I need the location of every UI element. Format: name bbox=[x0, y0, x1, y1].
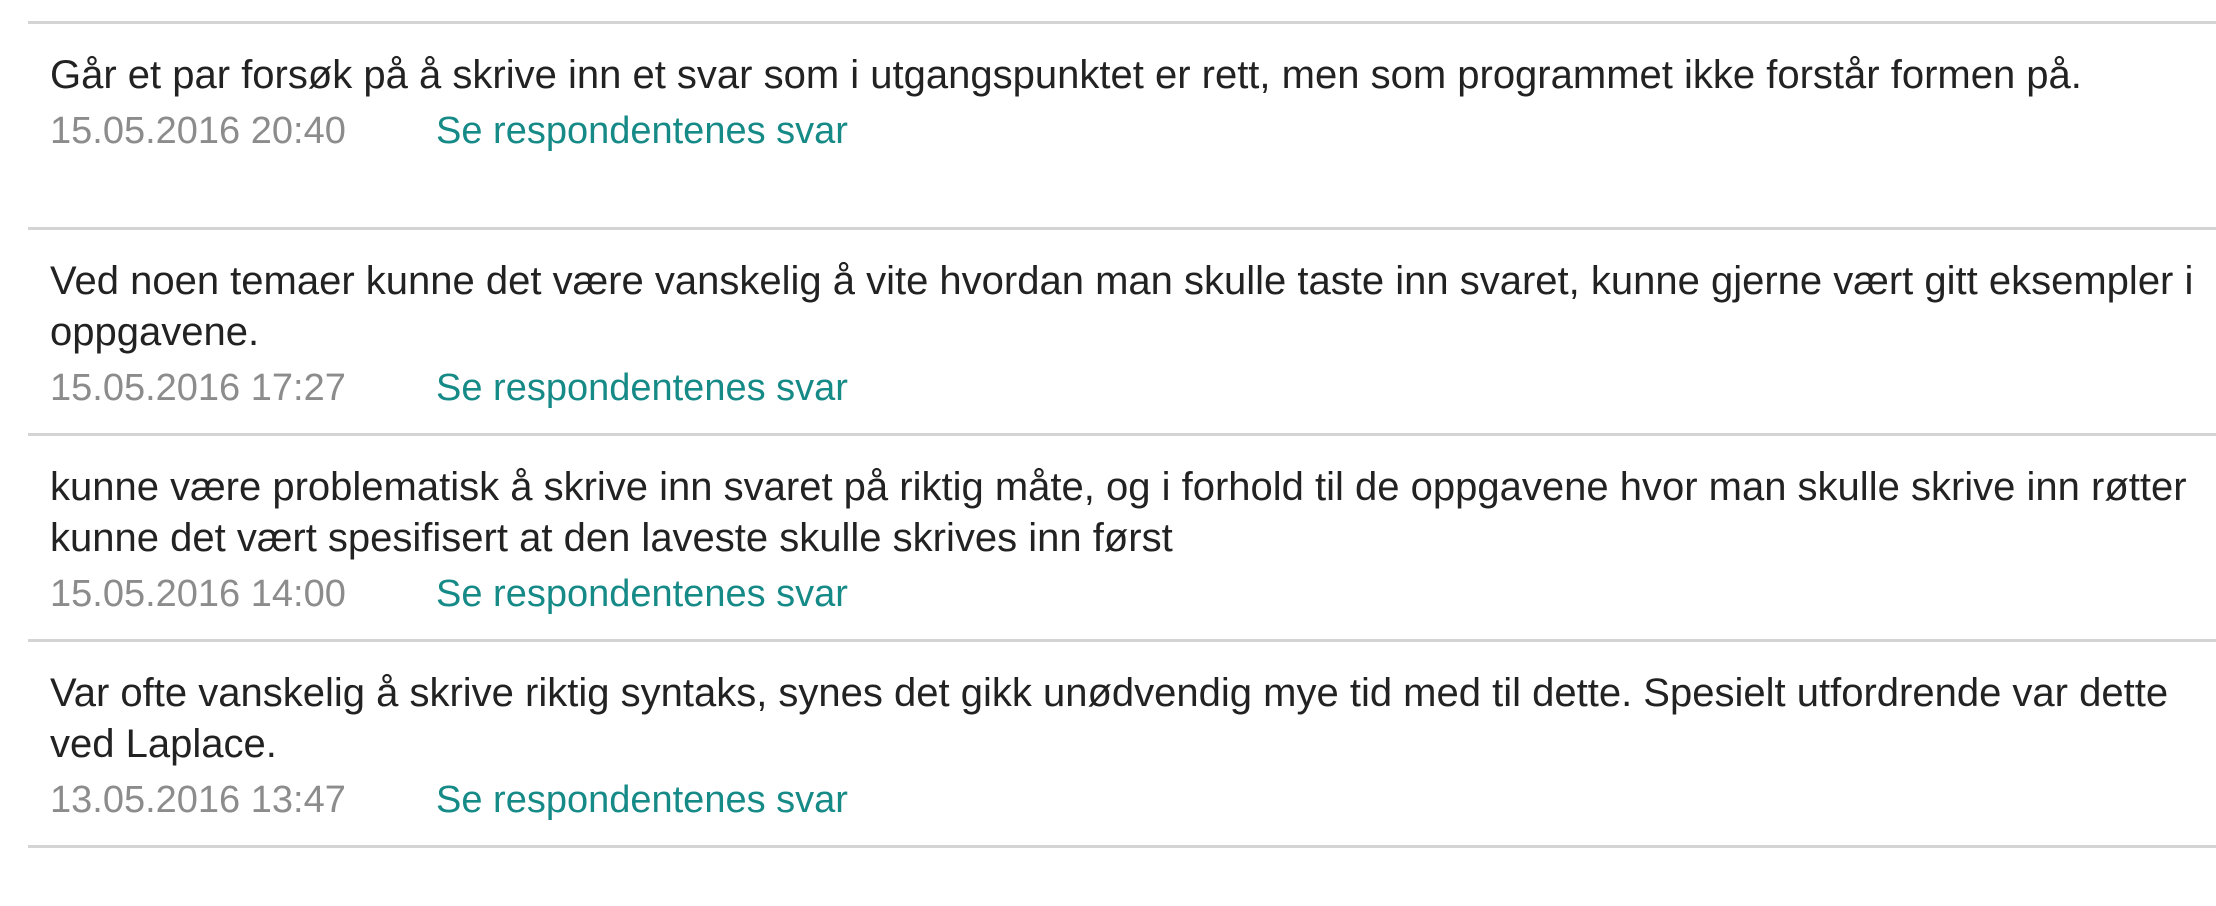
feedback-entry: kunne være problematisk å skrive inn sva… bbox=[28, 436, 2216, 642]
feedback-entry: Var ofte vanskelig å skrive riktig synta… bbox=[28, 642, 2216, 848]
feedback-comment: Var ofte vanskelig å skrive riktig synta… bbox=[50, 671, 2169, 766]
feedback-comment: Ved noen temaer kunne det være vanskelig… bbox=[50, 259, 2194, 354]
view-responses-link[interactable]: Se respondentenes svar bbox=[436, 106, 848, 156]
view-responses-link[interactable]: Se respondentenes svar bbox=[436, 775, 848, 825]
feedback-timestamp: 15.05.2016 20:40 bbox=[50, 110, 346, 152]
feedback-comment: Går et par forsøk på å skrive inn et sva… bbox=[50, 53, 2082, 97]
view-responses-link[interactable]: Se respondentenes svar bbox=[436, 363, 848, 413]
feedback-comment: kunne være problematisk å skrive inn sva… bbox=[50, 465, 2187, 560]
feedback-timestamp: 15.05.2016 17:27 bbox=[50, 367, 346, 409]
feedback-timestamp: 13.05.2016 13:47 bbox=[50, 779, 346, 821]
feedback-entry: Ved noen temaer kunne det være vanskelig… bbox=[28, 230, 2216, 436]
feedback-meta: 15.05.2016 17:27 Se respondentenes svar bbox=[50, 363, 2216, 413]
feedback-meta: 15.05.2016 14:00 Se respondentenes svar bbox=[50, 569, 2216, 619]
feedback-list: Går et par forsøk på å skrive inn et sva… bbox=[28, 21, 2216, 848]
feedback-entry: Går et par forsøk på å skrive inn et sva… bbox=[28, 24, 2216, 230]
feedback-meta: 15.05.2016 20:40 Se respondentenes svar bbox=[50, 106, 2216, 156]
feedback-meta: 13.05.2016 13:47 Se respondentenes svar bbox=[50, 775, 2216, 825]
view-responses-link[interactable]: Se respondentenes svar bbox=[436, 569, 848, 619]
feedback-timestamp: 15.05.2016 14:00 bbox=[50, 573, 346, 615]
